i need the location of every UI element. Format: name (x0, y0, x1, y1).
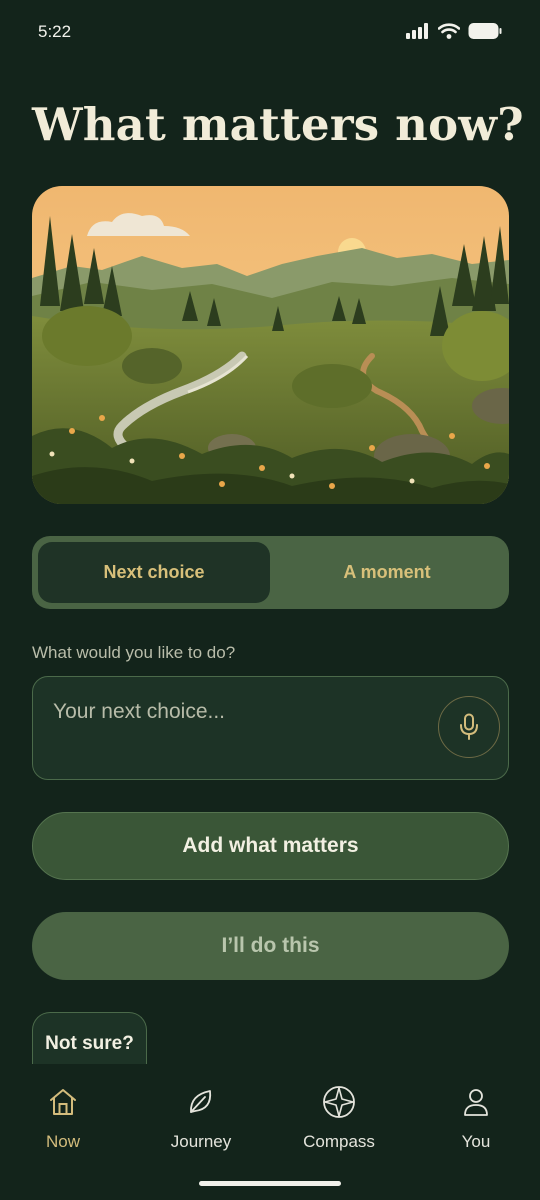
tab-compass-label: Compass (303, 1132, 375, 1151)
choice-input[interactable] (53, 697, 433, 727)
segment-a-moment[interactable]: A moment (271, 542, 503, 603)
tab-now[interactable]: Now (3, 1082, 123, 1152)
home-indicator[interactable] (199, 1181, 341, 1186)
page-title: What matters now? (32, 98, 524, 151)
home-icon (50, 1089, 76, 1115)
leaf-icon (190, 1090, 212, 1113)
person-icon (464, 1089, 488, 1116)
hero-image (32, 186, 509, 504)
compass-icon (323, 1086, 355, 1118)
tab-now-label: Now (45, 1132, 80, 1151)
mode-segmented-control: Next choice A moment (32, 536, 509, 609)
microphone-button[interactable] (438, 696, 500, 758)
wifi-icon (438, 23, 460, 39)
signal-icon (406, 23, 428, 39)
microphone-icon (460, 713, 478, 740)
status-time: 5:22 (38, 22, 72, 41)
segment-next-choice[interactable]: Next choice (38, 542, 270, 603)
battery-icon (468, 23, 502, 39)
tab-you-label: You (461, 1132, 491, 1151)
input-label: What would you like to do? (32, 643, 236, 662)
add-what-matters-button[interactable]: Add what matters (32, 812, 509, 880)
status-icons (406, 22, 502, 40)
choice-input-box (32, 676, 509, 780)
bottom-tab-bar: Now Journey Compass You (0, 1064, 540, 1200)
tab-journey-label: Journey (170, 1132, 232, 1151)
ill-do-this-button[interactable]: I’ll do this (32, 912, 509, 980)
tab-you[interactable]: You (416, 1082, 536, 1152)
status-bar: 5:22 (0, 0, 540, 66)
tab-compass[interactable]: Compass (279, 1082, 399, 1152)
tab-journey[interactable]: Journey (141, 1082, 261, 1152)
